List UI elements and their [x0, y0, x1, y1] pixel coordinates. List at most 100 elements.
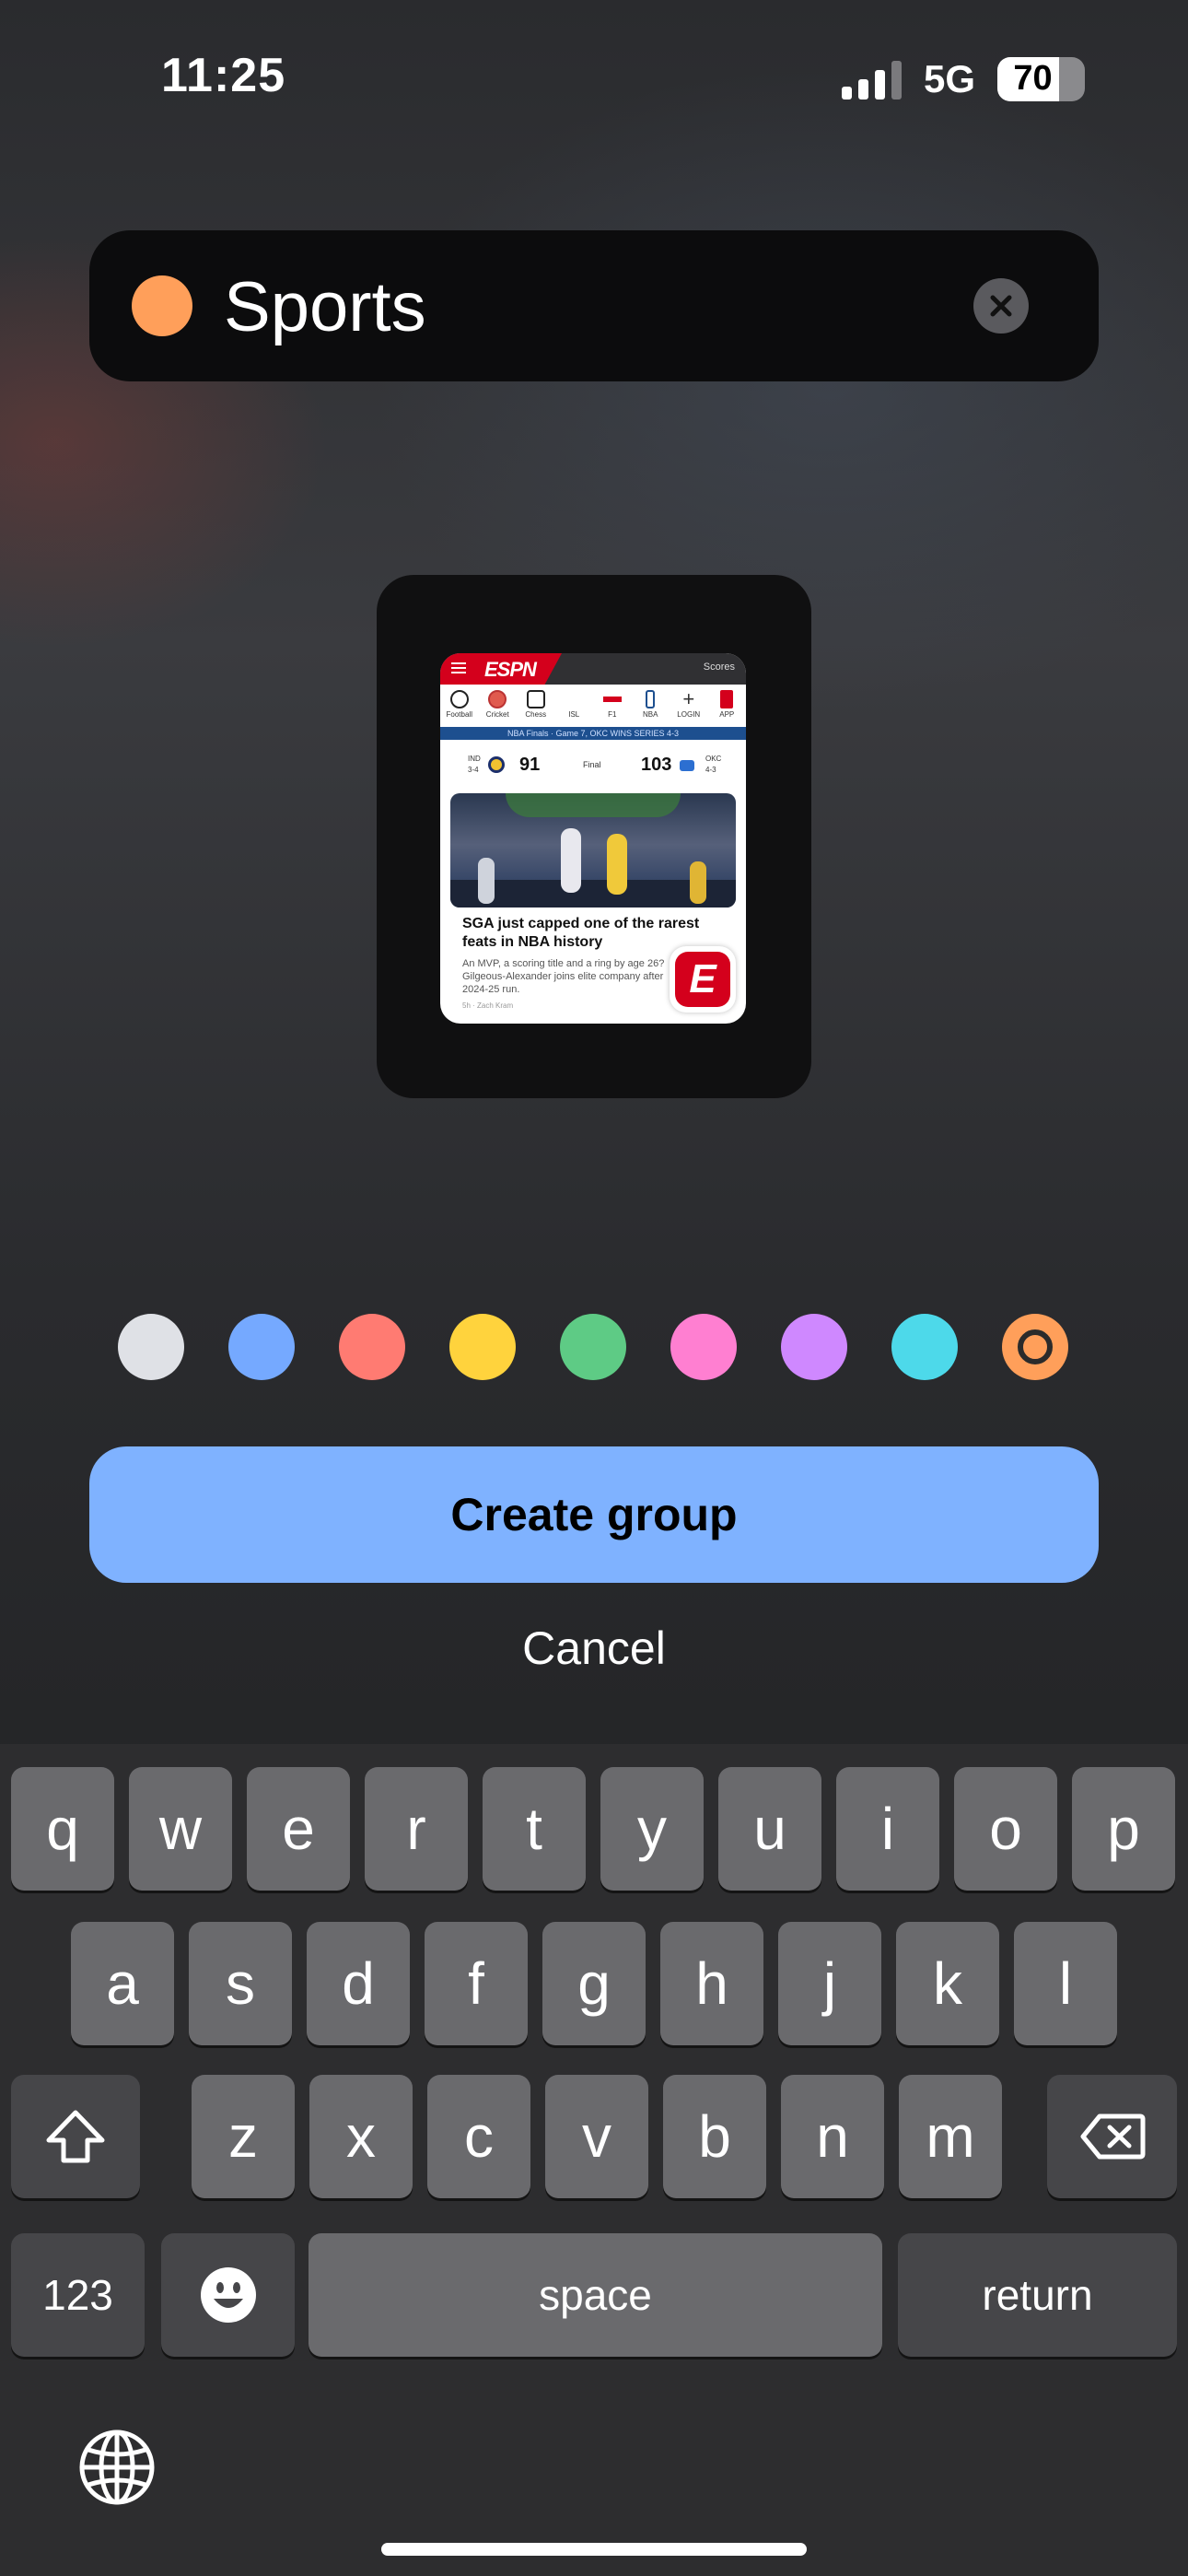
- key-i[interactable]: i: [836, 1767, 939, 1891]
- chess-icon: [526, 690, 545, 708]
- status-time: 11:25: [161, 49, 286, 102]
- key-h[interactable]: h: [660, 1922, 763, 2045]
- color-swatch[interactable]: [449, 1314, 516, 1380]
- menu-icon: [451, 662, 466, 676]
- football-icon: [449, 690, 469, 708]
- arena-scoreboard: [506, 793, 681, 817]
- team1-record: 3-4: [468, 766, 479, 774]
- team1-abbr: IND: [468, 755, 481, 763]
- sports-nav: Football Cricket Chess ISL F1 NBA + LOGIN…: [440, 685, 746, 727]
- key-x[interactable]: x: [309, 2075, 413, 2198]
- group-name-field[interactable]: Sports: [89, 230, 1099, 381]
- news-photo: [450, 793, 736, 907]
- cricket-icon: [488, 690, 507, 708]
- key-f[interactable]: f: [425, 1922, 528, 2045]
- espn-app-small-icon: [720, 690, 734, 708]
- pacers-logo: [488, 756, 505, 773]
- create-group-button[interactable]: Create group: [89, 1446, 1099, 1583]
- player-figure: [607, 834, 627, 895]
- color-picker: [0, 1311, 1188, 1385]
- sport-label: Football: [446, 710, 472, 719]
- numbers-key[interactable]: 123: [11, 2233, 145, 2357]
- key-m[interactable]: m: [899, 2075, 1002, 2198]
- sport-label: NBA: [643, 710, 658, 719]
- keyboard: 123 space return qwertyuiop asdfghjkl zxcv…: [0, 1744, 1188, 2576]
- sport-label: Chess: [525, 710, 547, 719]
- key-y[interactable]: y: [600, 1767, 704, 1891]
- key-j[interactable]: j: [778, 1922, 881, 2045]
- tab-preview: ESPN Scores Football Cricket Chess ISL F…: [377, 575, 811, 1098]
- player-figure: [561, 828, 581, 893]
- color-swatch[interactable]: [781, 1314, 847, 1380]
- color-swatch[interactable]: [339, 1314, 405, 1380]
- key-n[interactable]: n: [781, 2075, 884, 2198]
- key-o[interactable]: o: [954, 1767, 1057, 1891]
- key-d[interactable]: d: [307, 1922, 410, 2045]
- key-a[interactable]: a: [71, 1922, 174, 2045]
- key-c[interactable]: c: [427, 2075, 530, 2198]
- network-type: 5G: [924, 57, 976, 100]
- plus-icon: +: [682, 687, 695, 710]
- sport-item: ISL: [555, 685, 594, 727]
- color-swatch[interactable]: [560, 1314, 626, 1380]
- space-key[interactable]: space: [309, 2233, 882, 2357]
- key-z[interactable]: z: [192, 2075, 295, 2198]
- sport-item: NBA: [632, 685, 670, 727]
- key-g[interactable]: g: [542, 1922, 646, 2045]
- team1-score: 91: [519, 755, 541, 775]
- team2-abbr: OKC: [705, 755, 722, 763]
- sport-label: Cricket: [485, 710, 509, 719]
- sport-item: + LOGIN: [670, 685, 708, 727]
- key-k[interactable]: k: [896, 1922, 999, 2045]
- player-figure: [478, 858, 495, 904]
- key-s[interactable]: s: [189, 1922, 292, 2045]
- group-name-input[interactable]: Sports: [224, 267, 426, 347]
- key-p[interactable]: p: [1072, 1767, 1175, 1891]
- f1-icon: [602, 697, 622, 702]
- tab-thumbnail[interactable]: ESPN Scores Football Cricket Chess ISL F…: [440, 653, 746, 1024]
- finals-banner: NBA Finals · Game 7, OKC WINS SERIES 4-3: [440, 727, 746, 740]
- team2-record: 4-3: [705, 766, 716, 774]
- globe-icon[interactable]: [77, 2428, 157, 2507]
- espn-logo: ESPN: [484, 658, 537, 681]
- sport-item: F1: [593, 685, 632, 727]
- battery-tip: [1079, 70, 1085, 87]
- clear-text-button[interactable]: [973, 278, 1029, 334]
- group-color-dot: [132, 275, 192, 336]
- sport-label: ISL: [568, 710, 580, 719]
- key-b[interactable]: b: [663, 2075, 766, 2198]
- return-key[interactable]: return: [898, 2233, 1177, 2357]
- sport-item: Chess: [517, 685, 555, 727]
- battery-icon: 70: [997, 57, 1085, 101]
- key-e[interactable]: e: [247, 1767, 350, 1891]
- key-q[interactable]: q: [11, 1767, 114, 1891]
- game-status: Final: [583, 760, 601, 769]
- emoji-key[interactable]: [161, 2233, 295, 2357]
- cellular-signal-icon: [842, 61, 902, 100]
- home-indicator[interactable]: [381, 2543, 807, 2556]
- sport-item: Cricket: [479, 685, 518, 727]
- key-w[interactable]: w: [129, 1767, 232, 1891]
- key-l[interactable]: l: [1014, 1922, 1117, 2045]
- shift-key[interactable]: [11, 2075, 140, 2198]
- color-swatch[interactable]: [118, 1314, 184, 1380]
- sport-label: APP: [719, 710, 735, 719]
- key-u[interactable]: u: [718, 1767, 821, 1891]
- sport-label: LOGIN: [677, 710, 701, 719]
- xmark-icon: [990, 295, 1012, 317]
- score-strip: IND 3-4 91 Final 103 OKC 4-3: [440, 740, 746, 793]
- delete-key[interactable]: [1047, 2075, 1177, 2198]
- key-t[interactable]: t: [483, 1767, 586, 1891]
- emoji-icon: [200, 2267, 256, 2323]
- espn-app-icon: E: [670, 946, 736, 1013]
- color-swatch[interactable]: [670, 1314, 737, 1380]
- color-swatch[interactable]: [891, 1314, 958, 1380]
- key-v[interactable]: v: [545, 2075, 648, 2198]
- color-swatch[interactable]: [228, 1314, 295, 1380]
- player-figure: [690, 861, 706, 904]
- espn-app-icon-glyph: E: [675, 952, 730, 1007]
- key-r[interactable]: r: [365, 1767, 468, 1891]
- color-swatch[interactable]: [1002, 1314, 1068, 1380]
- team2-score: 103: [641, 755, 672, 775]
- cancel-button[interactable]: Cancel: [410, 1622, 778, 1690]
